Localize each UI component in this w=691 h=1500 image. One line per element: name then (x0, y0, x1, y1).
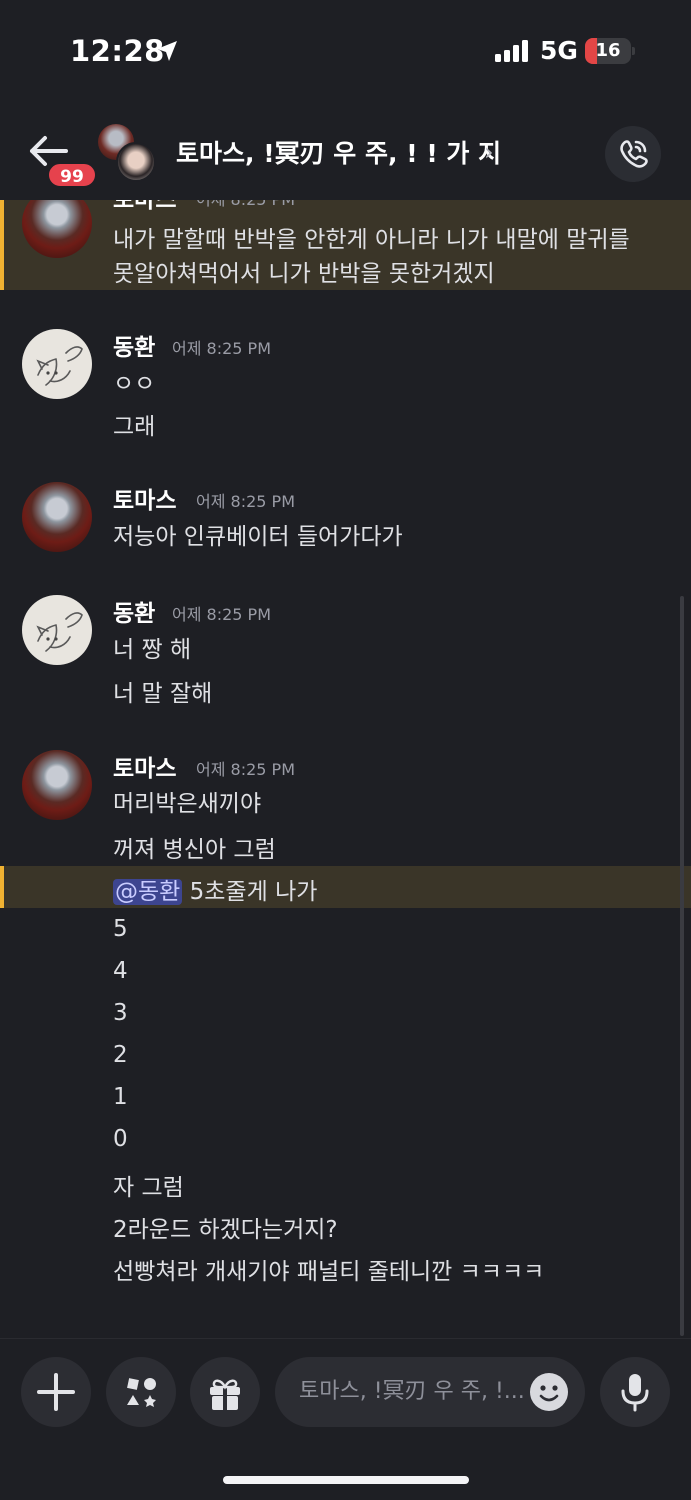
message-input-placeholder: 토마스, !冥刃 우 주, !... (299, 1379, 525, 1404)
location-arrow-icon (157, 41, 177, 61)
message-line: 0 (113, 1126, 128, 1152)
cat-sketch-icon (36, 346, 83, 386)
status-time: 12:28 (70, 34, 165, 68)
message-line: 머리박은새끼야 (113, 791, 262, 817)
avatar[interactable] (22, 595, 92, 665)
call-button[interactable] (605, 126, 661, 182)
highlighted-message[interactable] (0, 866, 691, 908)
message-line: 선빵쳐라 개새기야 패널티 줄테니깐 ㅋㅋㅋㅋ (113, 1259, 545, 1285)
message-line: 2 (113, 1042, 128, 1068)
message-line: 자 그럼 (113, 1175, 184, 1201)
message-author[interactable]: 동환 (113, 594, 155, 628)
network-type: 5G (540, 36, 578, 65)
message-line: 너 짱 해 (113, 637, 192, 663)
home-indicator[interactable] (223, 1476, 469, 1484)
battery-level: 16 (595, 40, 621, 61)
mention-message-text: 5초줄게 나가 (182, 879, 318, 905)
apps-icon (127, 1378, 156, 1407)
mention-highlight-bar (0, 200, 4, 290)
group-avatar[interactable] (98, 124, 160, 186)
message-author[interactable]: 토마스 (113, 749, 176, 783)
message-line: @동환 5초줄게 나가 (113, 872, 317, 906)
message-line: 1 (113, 1084, 128, 1110)
avatar[interactable] (22, 329, 92, 399)
member-avatar (116, 142, 156, 182)
message-timestamp: 어제 8:25 PM (196, 760, 295, 779)
message-line: 꺼져 병신아 그럼 (113, 837, 276, 863)
battery-icon: 16 (585, 38, 631, 64)
message-author[interactable]: 토마스 (113, 481, 176, 515)
signal-icon (495, 40, 528, 62)
avatar[interactable] (22, 750, 92, 820)
user-mention[interactable]: @동환 (113, 879, 183, 905)
message-line: 5 (113, 916, 128, 942)
emoji-icon (539, 1385, 559, 1402)
message-timestamp: 어제 8:25 PM (196, 492, 295, 511)
gift-button[interactable] (190, 1357, 260, 1427)
message-input[interactable]: 토마스, !冥刃 우 주, !... (275, 1357, 585, 1427)
gift-icon (210, 1379, 240, 1410)
message-timestamp: 어제 8:25 PM (172, 605, 271, 624)
message-line: 내가 말할때 반박을 안한게 아니라 니가 내말에 말귀를 (113, 227, 630, 253)
message-author[interactable]: 동환 (113, 328, 155, 362)
chat-header: 99 토마스, !冥刃 우 주, ! ! 가 지 › (0, 100, 691, 200)
emoji-button[interactable] (530, 1373, 568, 1411)
microphone-icon (621, 1374, 649, 1412)
message-line: 너 말 잘해 (113, 681, 213, 707)
status-bar: 12:28 5G 16 (0, 0, 691, 100)
message-timestamp: 어제 8:25 PM (172, 339, 271, 358)
message-line: ㅇㅇ (113, 371, 156, 397)
unread-badge: 99 (47, 162, 97, 188)
chat-screen: 12:28 5G 16 99 토마스, !冥刃 우 주, ! ! 가 지 › 토… (0, 0, 691, 1500)
channel-title[interactable]: 토마스, !冥刃 우 주, ! ! 가 지 (176, 134, 501, 170)
voice-message-button[interactable] (600, 1357, 670, 1427)
message-timestamp: 어제 8:25 PM (196, 200, 295, 210)
message-author[interactable]: 토마스 (113, 200, 176, 214)
avatar[interactable] (22, 482, 92, 552)
chevron-right-icon[interactable]: › (484, 138, 494, 166)
message-line: 2라운드 하겠다는거지? (113, 1217, 338, 1243)
scrollbar[interactable] (680, 596, 684, 1336)
add-attachment-button[interactable] (21, 1357, 91, 1427)
message-line: 3 (113, 1000, 128, 1026)
mention-highlight-bar (0, 866, 4, 908)
apps-button[interactable] (106, 1357, 176, 1427)
message-line: 못알아쳐먹어서 니가 반박을 못한거겠지 (113, 261, 495, 287)
plus-icon (37, 1373, 75, 1411)
cat-sketch-icon (36, 612, 83, 652)
message-list[interactable]: 토마스 어제 8:25 PM 내가 말할때 반박을 안한게 아니라 니가 내말에… (0, 200, 691, 1338)
message-line: 4 (113, 958, 128, 984)
message-line: 저능아 인큐베이터 들어가다가 (113, 524, 403, 550)
phone-call-icon (620, 140, 648, 168)
message-line: 그래 (113, 414, 156, 440)
